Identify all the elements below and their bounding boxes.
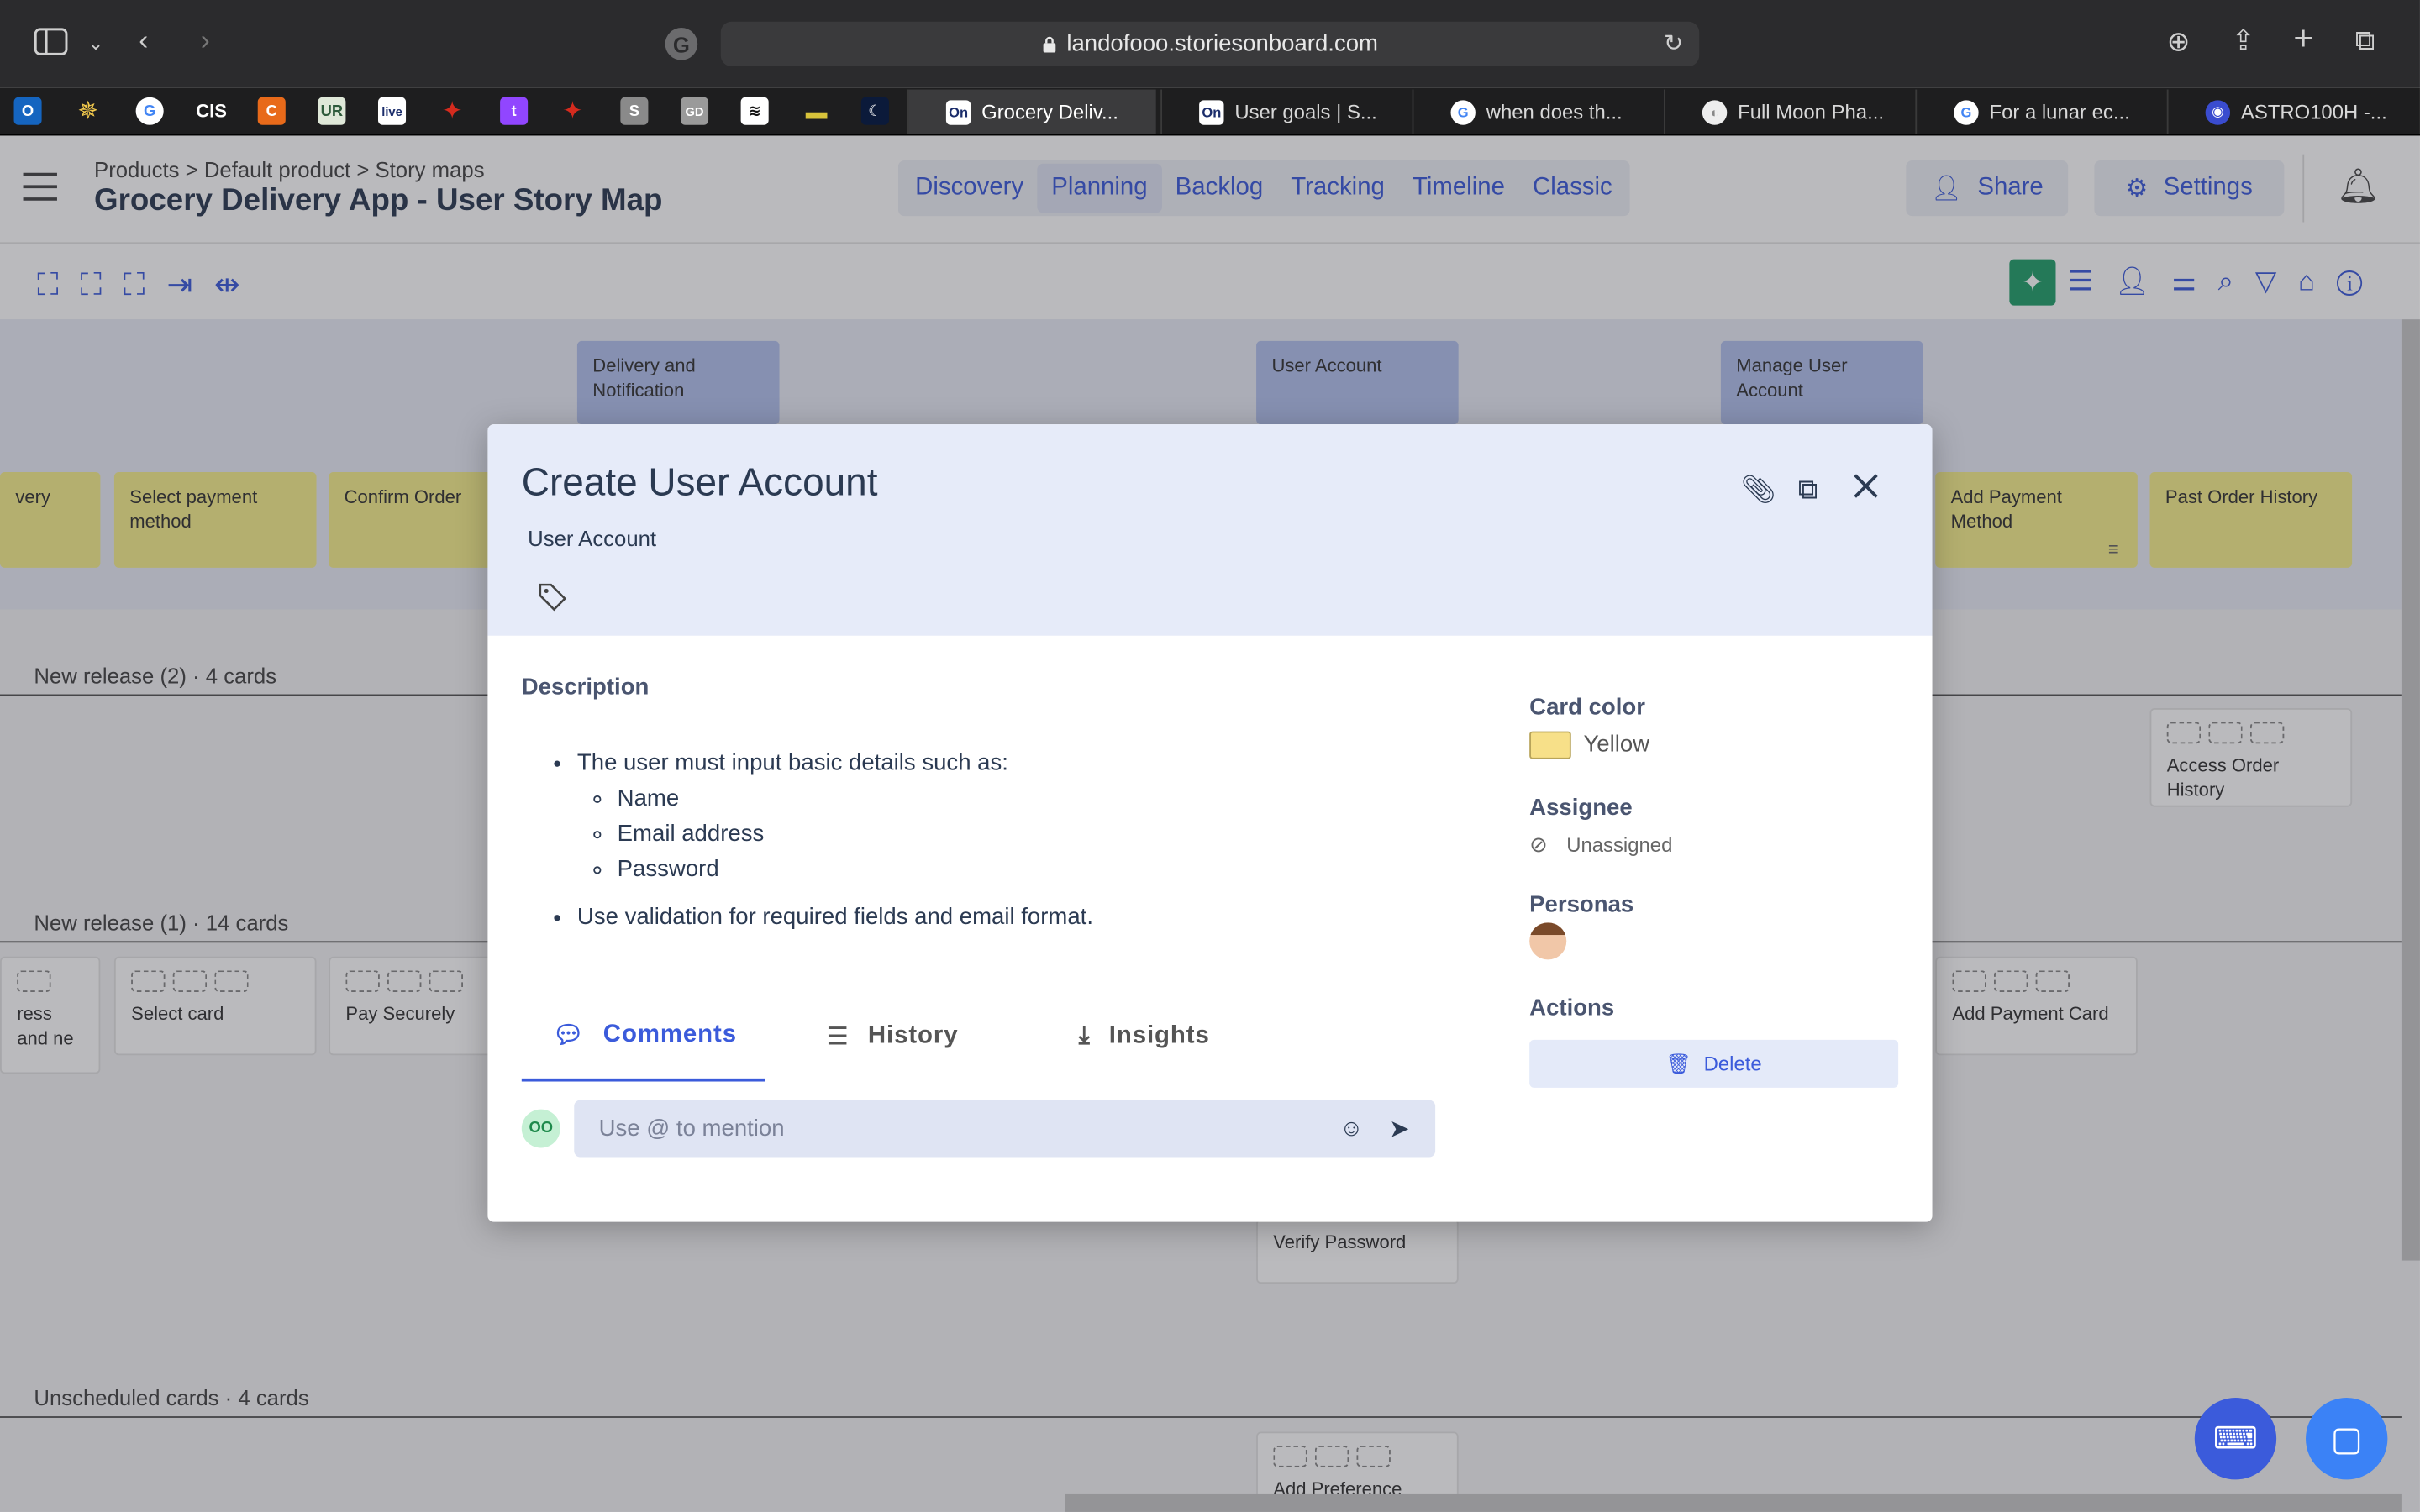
tab-title: ASTRO100H -... — [2240, 100, 2387, 123]
card-title[interactable]: Create User Account — [522, 461, 878, 506]
c-icon[interactable]: C — [257, 97, 286, 125]
delete-button[interactable]: 🗑︎ Delete — [1529, 1039, 1899, 1088]
star-icon[interactable]: ✵ — [74, 97, 102, 125]
browser-tab[interactable]: On User goals | S... — [1160, 89, 1412, 134]
download-icon[interactable]: ⊕ — [2167, 26, 2191, 57]
description-label: Description — [521, 674, 650, 701]
description-body[interactable]: The user must input basic details such a… — [522, 745, 1448, 935]
outlook-icon[interactable]: O — [13, 97, 42, 125]
moon-phase-icon: ◐ — [1702, 99, 1728, 124]
description-item: Use validation for required fields and e… — [577, 900, 1448, 935]
tab-history[interactable]: ☰ History — [796, 995, 986, 1082]
tab-label: Comments — [602, 1021, 738, 1048]
browser-tab[interactable]: G when does th... — [1412, 89, 1664, 134]
card-color-label: Card color — [1529, 694, 1645, 721]
assignee-label: Assignee — [1529, 794, 1633, 822]
browser-tab[interactable]: ◐ Full Moon Pha... — [1663, 89, 1915, 134]
astro-icon: ◉ — [2205, 99, 2231, 124]
card-activity: User Account — [528, 526, 657, 551]
assignee-value[interactable]: Unassigned — [1566, 833, 1672, 857]
share-sheet-icon[interactable]: ⇪ — [2232, 24, 2255, 55]
modal-header — [487, 424, 1933, 636]
avatar: OO — [521, 1109, 560, 1148]
storiesonboard-icon: On — [945, 99, 971, 124]
delete-label: Delete — [1703, 1052, 1762, 1076]
cis-icon[interactable]: CIS — [196, 97, 227, 125]
close-icon[interactable] — [1850, 470, 1881, 509]
maple-leaf-icon[interactable]: ✦ — [559, 97, 587, 125]
card-detail-modal: Create User Account User Account 📎︎ ⧉ De… — [487, 424, 1933, 1222]
tab-label: Insights — [1108, 1022, 1210, 1049]
tab-overview-icon[interactable]: ⧉ — [2355, 24, 2375, 55]
comment-input[interactable]: Use @ to mention — [574, 1100, 1436, 1158]
google-icon[interactable]: G — [135, 97, 164, 125]
grammarly-icon[interactable]: G — [665, 28, 698, 60]
field-item: Password — [618, 852, 1448, 887]
trash-icon: 🗑︎ — [1665, 1051, 1691, 1075]
description-item: The user must input basic details such a… — [577, 745, 1448, 887]
s-icon[interactable]: S — [620, 97, 649, 125]
gd-icon[interactable]: GD — [680, 97, 709, 125]
card-color-value[interactable]: Yellow — [1583, 732, 1649, 758]
chat-icon: ▢ — [2330, 1418, 2363, 1457]
color-swatch[interactable] — [1529, 731, 1571, 759]
tab-insights[interactable]: ⤓ Insights — [1048, 995, 1238, 1082]
tab-title: Full Moon Pha... — [1738, 100, 1884, 123]
tag-icon[interactable] — [537, 581, 568, 620]
back-icon[interactable]: ‹ — [139, 24, 148, 55]
live-icon[interactable]: live — [377, 97, 407, 125]
browser-tab[interactable]: ◉ ASTRO100H -... — [2166, 89, 2420, 134]
maple-leaf-icon[interactable]: ✦ — [439, 97, 466, 125]
paperclip-icon[interactable]: 📎︎ — [1741, 474, 1776, 507]
sidebar-toggle-icon[interactable] — [34, 28, 68, 61]
reload-icon[interactable]: ↻ — [1664, 29, 1683, 60]
tab-label: History — [867, 1022, 959, 1049]
list-icon: ☰ — [826, 1024, 850, 1051]
field-item: Email address — [618, 816, 1448, 852]
chat-support-button[interactable]: ▢ — [2306, 1398, 2388, 1480]
tab-title: For a lunar ec... — [1989, 100, 2130, 123]
forward-icon[interactable]: › — [201, 24, 210, 55]
modal-tabs: 💬︎ Comments ☰ History ⤓ Insights — [521, 995, 1238, 1082]
moon-icon[interactable]: ☾ — [860, 97, 889, 125]
comment-bubble-icon: 💬︎ — [552, 1022, 585, 1049]
tab-title: User goals | S... — [1234, 100, 1377, 123]
download-tray-icon: ⤓ — [1078, 1022, 1091, 1049]
keyboard-shortcuts-button[interactable]: ⌨ — [2194, 1398, 2277, 1480]
lock-icon — [1043, 35, 1056, 52]
address-bar[interactable]: landofooo.storiesonboard.com — [720, 21, 1700, 66]
personas-label: Personas — [1529, 891, 1634, 918]
browser-tab[interactable]: G For a lunar ec... — [1915, 89, 2166, 134]
new-tab-icon[interactable]: + — [2293, 21, 2313, 55]
google-icon: G — [1450, 99, 1476, 124]
browser-tab[interactable]: On Grocery Deliv... — [907, 89, 1156, 134]
storiesonboard-icon: On — [1199, 99, 1224, 124]
field-item: Name — [618, 780, 1448, 816]
bar-icon[interactable]: ▬ — [802, 97, 830, 125]
url-text: landofooo.storiesonboard.com — [1066, 30, 1378, 57]
unassigned-user-icon: ⊘ — [1529, 831, 1548, 857]
twitch-icon[interactable]: t — [500, 97, 529, 125]
copy-icon[interactable]: ⧉ — [1798, 474, 1818, 507]
actions-label: Actions — [1529, 995, 1615, 1021]
emoji-icon[interactable]: ☺ — [1339, 1116, 1363, 1142]
persona-avatar[interactable] — [1529, 922, 1567, 960]
description-text: The user must input basic details such a… — [576, 749, 1008, 776]
keyboard-icon: ⌨ — [2212, 1422, 2258, 1457]
tab-title: Grocery Deliv... — [981, 100, 1118, 123]
send-icon[interactable]: ➤ — [1389, 1114, 1410, 1145]
chevron-down-icon[interactable]: ⌄ — [88, 28, 103, 59]
tab-comments[interactable]: 💬︎ Comments — [521, 995, 765, 1082]
ur-icon[interactable]: UR — [318, 97, 346, 125]
google-icon: G — [1954, 99, 1979, 124]
stripe-icon[interactable]: ≋ — [740, 97, 769, 125]
tab-title: when does th... — [1486, 100, 1623, 123]
